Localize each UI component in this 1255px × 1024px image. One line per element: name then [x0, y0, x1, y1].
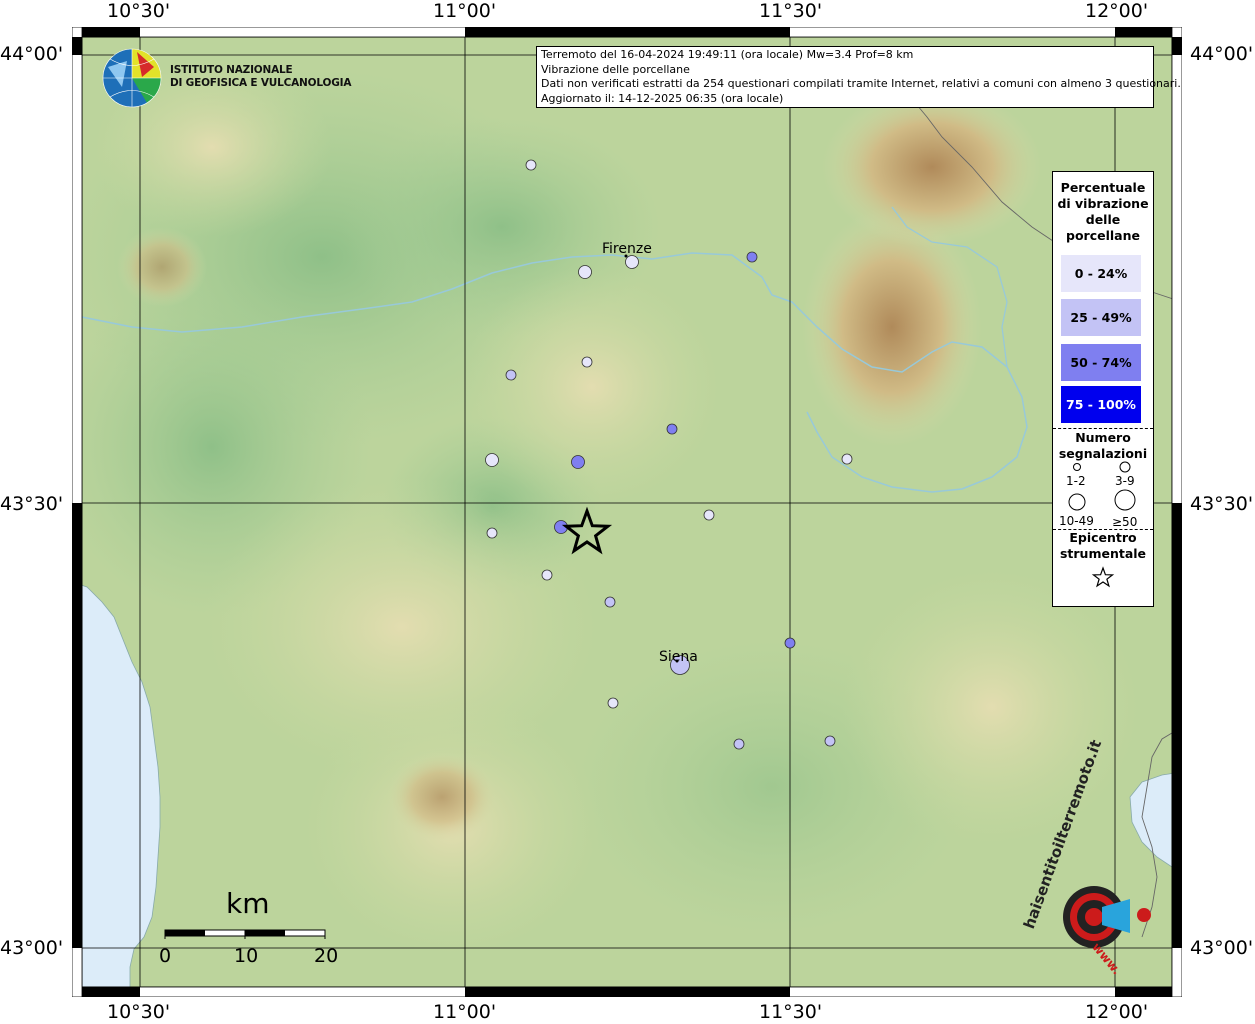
bottom-coord-1200: 12°00' — [1085, 1001, 1149, 1023]
legend-class-75-100: 75 - 100% — [1061, 386, 1141, 423]
observation-point[interactable] — [604, 596, 616, 608]
legend: Percentuale di vibrazione delle porcella… — [1052, 171, 1154, 607]
observation-point[interactable] — [541, 569, 553, 581]
scale-tick-0: 0 — [159, 945, 172, 967]
montagnola — [387, 752, 497, 842]
legend-size-label-1-2: 1-2 — [1066, 474, 1086, 488]
size-symbol-1-2 — [1073, 463, 1081, 471]
size-symbol-10-49 — [1068, 493, 1086, 511]
data-note: Dati non verificati estratti da 254 ques… — [541, 77, 1181, 91]
observation-point[interactable] — [703, 509, 715, 521]
legend-epicenter-title: Epicentro strumentale — [1059, 530, 1147, 561]
left-coord-4300: 43°00' — [0, 937, 64, 959]
legend-divider — [1053, 428, 1153, 429]
observation-point[interactable] — [485, 453, 499, 467]
bottom-coord-1130: 11°30' — [759, 1001, 823, 1023]
top-coord-1030: 10°30' — [107, 0, 171, 22]
right-coord-4300: 43°00' — [1190, 937, 1254, 959]
size-symbol-3-9 — [1119, 461, 1131, 473]
observation-point[interactable] — [784, 637, 796, 649]
map-canvas[interactable] — [72, 27, 1182, 997]
city-label-siena: Siena — [659, 649, 698, 665]
event-info-box: Terremoto del 16-04-2024 19:49:11 (ora l… — [536, 46, 1181, 108]
right-coord-4400: 44°00' — [1190, 43, 1254, 65]
top-coord-1200: 12°00' — [1085, 0, 1149, 22]
update-timestamp: Aggiornato il: 14-12-2025 06:35 (ora loc… — [541, 91, 784, 105]
size-symbol-50 — [1114, 489, 1136, 511]
observation-point[interactable] — [841, 453, 853, 465]
observation-point[interactable] — [486, 527, 498, 539]
observation-point[interactable] — [505, 369, 517, 381]
legend-class-50-74: 50 - 74% — [1061, 344, 1141, 381]
observation-point[interactable] — [746, 251, 758, 263]
legend-size-label-50: ≥50 — [1112, 515, 1138, 529]
observation-point[interactable] — [666, 423, 678, 435]
legend-size-label-3-9: 3-9 — [1115, 474, 1135, 488]
chianti-hills — [462, 267, 722, 507]
observation-point[interactable] — [607, 697, 619, 709]
top-coord-1130: 11°30' — [759, 0, 823, 22]
scale-tick-20: 20 — [314, 945, 339, 967]
legend-title: Percentuale di vibrazione delle porcella… — [1057, 180, 1149, 243]
observation-point[interactable] — [571, 455, 585, 469]
scale-tick-10: 10 — [234, 945, 259, 967]
ingv-logo-line1: ISTITUTO NAZIONALE — [170, 64, 293, 76]
scale-unit: km — [226, 887, 270, 920]
observation-point[interactable] — [824, 735, 836, 747]
bottom-coord-1100: 11°00' — [433, 1001, 497, 1023]
legend-size-symbols — [1068, 461, 1136, 511]
map-subtitle: Vibrazione delle porcellane — [541, 62, 690, 76]
ingv-logo: ISTITUTO NAZIONALE DI GEOFISICA E VULCAN… — [170, 64, 351, 90]
bottom-coord-1030: 10°30' — [107, 1001, 171, 1023]
left-coord-4330: 43°30' — [0, 493, 64, 515]
apennines — [822, 87, 1042, 247]
legend-class-25-49: 25 - 49% — [1061, 299, 1141, 336]
legend-count-title: Numero segnalazioni — [1058, 430, 1148, 461]
legend-star-icon — [1091, 566, 1115, 588]
right-coord-4330: 43°30' — [1190, 493, 1254, 515]
legend-class-0-24: 0 - 24% — [1061, 255, 1141, 292]
ingv-logo-line2: DI GEOFISICA E VULCANOLOGIA — [170, 77, 352, 89]
observation-point[interactable] — [578, 265, 592, 279]
map-frame[interactable] — [72, 27, 1182, 997]
left-coord-4400: 44°00' — [0, 43, 64, 65]
ingv-globe-icon — [102, 48, 162, 108]
event-title: Terremoto del 16-04-2024 19:49:11 (ora l… — [541, 48, 914, 61]
observation-point[interactable] — [525, 159, 537, 171]
observation-point[interactable] — [581, 356, 593, 368]
observation-point[interactable] — [733, 738, 745, 750]
observation-point[interactable] — [625, 255, 639, 269]
city-label-firenze: Firenze — [602, 241, 652, 257]
eastern-hills — [842, 567, 1142, 847]
top-coord-1100: 11°00' — [433, 0, 497, 22]
legend-size-label-10-49: 10-49 — [1059, 514, 1094, 528]
monte-pisano — [117, 227, 207, 307]
